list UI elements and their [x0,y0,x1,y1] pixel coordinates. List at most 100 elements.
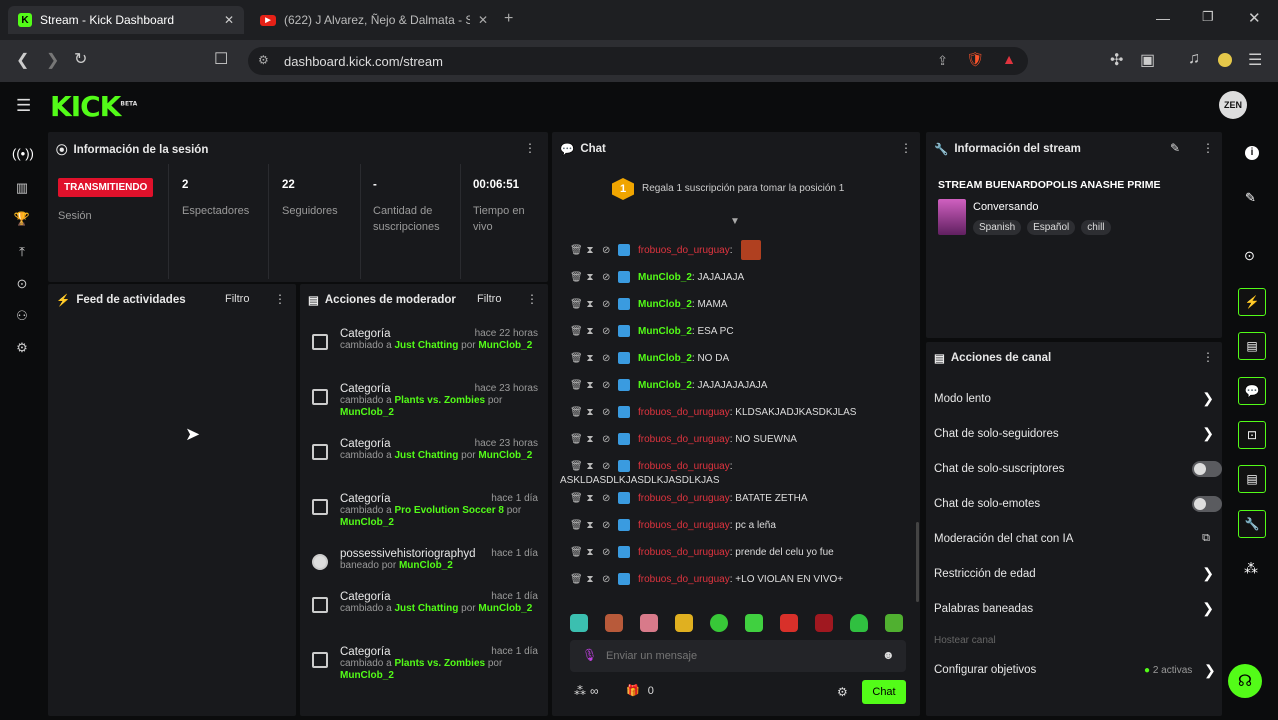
wallet-icon[interactable] [1218,53,1232,67]
trash-icon[interactable]: 🗑 [570,520,583,531]
viewers-indicator[interactable]: ⁂ ∞ [574,684,599,698]
chevron-right-icon[interactable]: ❯ [1202,425,1214,442]
chat-username[interactable]: frobuos_do_uruguay [638,245,730,256]
timeout-icon[interactable]: ⧗ [586,353,594,364]
stream-info-more-icon[interactable]: ⋮ [1202,141,1214,155]
dashboard-nav-icon[interactable]: ▥ [12,180,32,196]
mod-item-user[interactable]: MunClob_2 [399,560,453,571]
trophy-nav-icon[interactable]: 🏆 [12,211,32,227]
media-icon[interactable]: ♫ [1188,50,1200,68]
quick-actions-button[interactable]: ⚡ [1238,288,1266,316]
timeout-icon[interactable]: ⧗ [586,547,594,558]
send-chat-button[interactable]: Chat [862,680,906,704]
mod-item-user[interactable]: MunClob_2 [340,670,394,681]
chevron-right-icon[interactable]: ❯ [1202,600,1214,617]
channel-action-row[interactable]: Chat de solo-emotes [934,486,1222,521]
chat-message[interactable]: 🗑 ⧗ ⊘ frobuos_do_uruguay: [570,240,910,260]
emote[interactable] [745,614,763,632]
chat-username[interactable]: frobuos_do_uruguay [638,574,730,585]
chat-scrollbar[interactable] [916,522,919,602]
chat-username[interactable]: MunClob_2 [638,299,692,310]
emote[interactable] [885,614,903,632]
channel-action-row[interactable]: Chat de solo-seguidores ❯ [934,416,1214,451]
close-tab-icon[interactable]: ✕ [224,13,234,27]
mod-item-user[interactable]: MunClob_2 [340,517,394,528]
emote[interactable] [815,614,833,632]
emote[interactable] [780,614,798,632]
mod-item-user[interactable]: MunClob_2 [478,603,532,614]
timeout-icon[interactable]: ⧗ [586,434,594,445]
close-tab-icon[interactable]: ✕ [478,13,488,27]
extensions-icon[interactable]: ✣ [1110,50,1123,70]
chat-settings-icon[interactable]: ⚙ [837,685,848,699]
trash-icon[interactable]: 🗑 [570,493,583,504]
external-link-icon[interactable]: ⧉ [1202,532,1210,545]
timeout-icon[interactable]: ⧗ [586,574,594,585]
ban-icon[interactable]: ⊘ [602,380,610,391]
emote[interactable] [675,614,693,632]
wrench-button[interactable]: 🔧 [1238,510,1266,538]
chat-message[interactable]: 🗑 ⧗ ⊘ MunClob_2: JAJAJAJA [570,269,910,285]
mod-filter-button[interactable]: Filtro [477,293,501,305]
kick-logo[interactable]: KICKBETA [50,90,137,123]
feed-filter-button[interactable]: Filtro [225,293,249,305]
emote[interactable] [710,614,728,632]
chat-username[interactable]: frobuos_do_uruguay [638,407,730,418]
url-field[interactable]: ⚙ dashboard.kick.com/stream ⇪ 🛡 ▲ [248,47,1028,75]
trash-icon[interactable]: 🗑 [570,326,583,337]
ban-icon[interactable]: ⊘ [602,493,610,504]
mod-item-category[interactable]: Just Chatting [394,340,458,351]
gift-leaderboard-badge[interactable]: 1 [612,178,634,200]
channel-more-icon[interactable]: ⋮ [1202,350,1214,364]
timeout-icon[interactable]: ⧗ [586,380,594,391]
users-nav-icon[interactable]: ⚇ [12,308,32,324]
feed-more-icon[interactable]: ⋮ [274,292,286,306]
channel-action-row[interactable]: Restricción de edad ❯ [934,556,1214,591]
chat-message[interactable]: 🗑 ⧗ ⊘ MunClob_2: ESA PC [570,323,910,339]
mod-item-category[interactable]: Pro Evolution Soccer 8 [394,505,503,516]
emoji-icon[interactable]: ☻ [882,648,895,662]
mod-item-user[interactable]: MunClob_2 [478,450,532,461]
maximize-icon[interactable]: ❐ [1202,9,1214,25]
ban-icon[interactable]: ⊘ [602,353,610,364]
chat-username[interactable]: frobuos_do_uruguay [638,547,730,558]
emote[interactable] [640,614,658,632]
notes-button[interactable]: ▤ [1238,332,1266,360]
timeout-icon[interactable]: ⧗ [586,520,594,531]
chat-message[interactable]: 🗑 ⧗ ⊘ frobuos_do_uruguay: ASKLDASDLKJASDLKJA… [560,458,910,486]
channel-action-row[interactable]: Chat de solo-suscriptores [934,451,1222,486]
edit-icon[interactable]: ✎ [1170,141,1180,155]
ban-icon[interactable]: ⊘ [602,520,610,531]
trash-icon[interactable]: 🗑 [570,407,583,418]
ban-icon[interactable]: ⊘ [602,245,610,256]
chat-username[interactable]: frobuos_do_uruguay [638,520,730,531]
camera-icon[interactable]: ⊙ [1244,248,1255,264]
hamburger-menu-icon[interactable]: ☰ [16,96,31,116]
reload-icon[interactable]: ↻ [74,49,87,69]
channel-action-row[interactable]: Moderación del chat con IA ⧉ [934,521,1214,556]
trash-icon[interactable]: 🗑 [570,574,583,585]
chat-message[interactable]: 🗑 ⧗ ⊘ frobuos_do_uruguay: pc a leña [570,517,910,533]
trash-icon[interactable]: 🗑 [570,353,583,364]
trash-icon[interactable]: 🗑 [570,272,583,283]
forward-icon[interactable]: ❯ [46,50,59,70]
chat-username[interactable]: frobuos_do_uruguay [638,461,730,472]
chat-username[interactable]: frobuos_do_uruguay [638,493,730,504]
ban-icon[interactable]: ⊘ [602,461,610,472]
mod-item-category[interactable]: Just Chatting [394,603,458,614]
chat-username[interactable]: frobuos_do_uruguay [638,434,730,445]
chat-message[interactable]: 🗑 ⧗ ⊘ MunClob_2: NO DA [570,350,910,366]
timeout-icon[interactable]: ⧗ [586,461,594,472]
goals-label[interactable]: Configurar objetivos [934,664,1036,676]
channel-action-row[interactable]: Modo lento ❯ [934,381,1214,416]
ban-icon[interactable]: ⊘ [602,574,610,585]
chat-message[interactable]: 🗑 ⧗ ⊘ frobuos_do_uruguay: NO SUEWNA [570,431,910,447]
chat-message[interactable]: 🗑 ⧗ ⊘ frobuos_do_uruguay: +LO VIOLAN EN VIV… [570,571,910,587]
chevron-right-icon[interactable]: ❯ [1202,565,1214,582]
mod-tools-button[interactable]: ▤ [1238,465,1266,493]
toggle-switch[interactable] [1192,495,1222,512]
timeout-icon[interactable]: ⧗ [586,299,594,310]
ban-icon[interactable]: ⊘ [602,434,610,445]
chat-message[interactable]: 🗑 ⧗ ⊘ frobuos_do_uruguay: prende del celu y… [570,544,910,560]
goals-chevron-icon[interactable]: ❯ [1204,662,1216,679]
